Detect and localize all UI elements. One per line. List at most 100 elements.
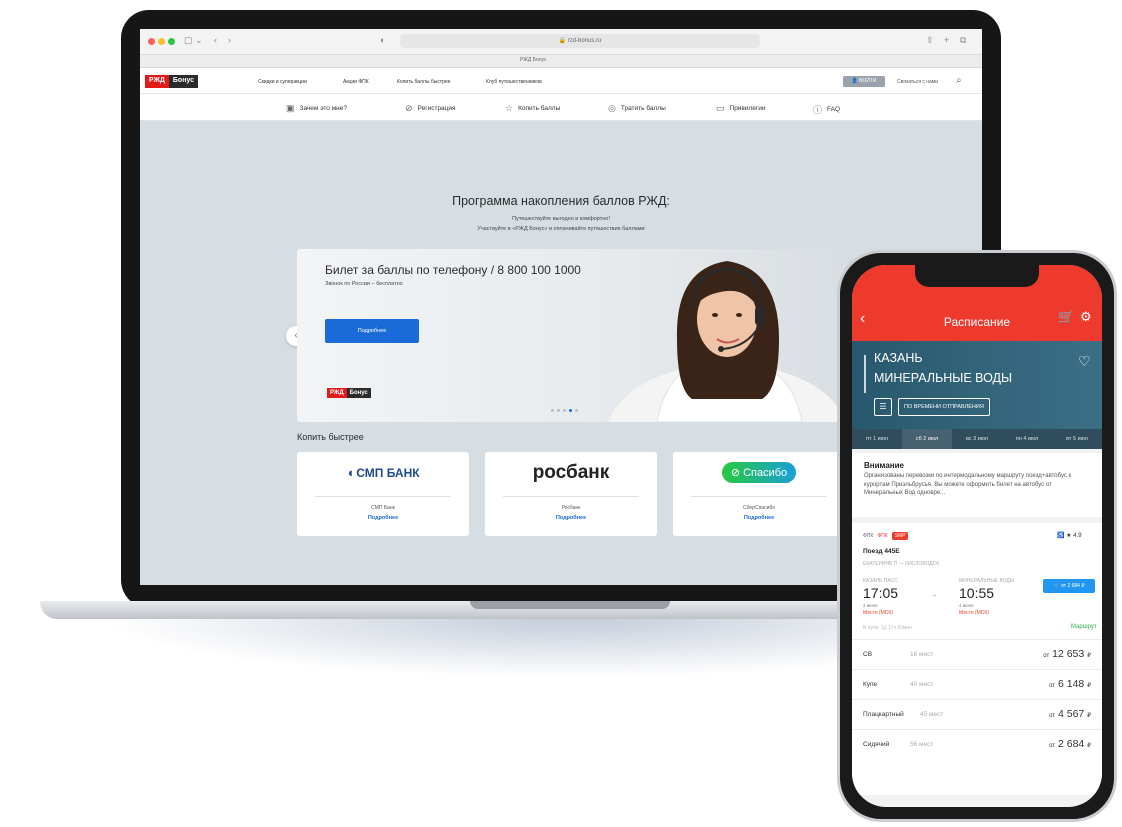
cart-icon[interactable]: 🛒 bbox=[1058, 309, 1074, 325]
partner-more-link[interactable]: Подробнее bbox=[673, 515, 845, 521]
sidebar-icon[interactable]: ▢ ⌄ bbox=[184, 35, 203, 46]
top-link-fpk[interactable]: Акции ФПК bbox=[343, 79, 369, 85]
minimize-window-button[interactable] bbox=[158, 38, 165, 45]
train-icon: ▣ bbox=[286, 103, 295, 113]
carousel-dot-active[interactable] bbox=[569, 409, 572, 412]
partner-card-rosbank[interactable]: росбанк Росбанк Подробнее bbox=[485, 452, 657, 536]
login-button[interactable]: 👤 ВОЙТИ bbox=[843, 76, 885, 87]
sort-button[interactable]: ПО ВРЕМЕНИ ОТПРАВЛЕНИЯ bbox=[898, 398, 990, 416]
filter-icon[interactable]: ⚙ bbox=[1080, 309, 1092, 325]
partner-card-spasibo[interactable]: ⊘ Спасибо СберСпасибо Подробнее bbox=[673, 452, 845, 536]
route-from: КАЗАНЬ bbox=[874, 351, 923, 365]
heart-icon[interactable]: ♡ bbox=[1078, 353, 1091, 370]
car-type: Сидячий bbox=[863, 741, 890, 748]
site-subnav: ▣ Зачем это мне? ⊘ Регистрация ☆ Копить бал… bbox=[140, 94, 982, 121]
banner-more-button[interactable]: Подробнее bbox=[325, 319, 419, 343]
subnav-earn[interactable]: ☆ Копить баллы bbox=[505, 103, 560, 114]
top-link-earn-faster[interactable]: Копить баллы быстрее bbox=[397, 79, 450, 85]
carousel-dot[interactable] bbox=[557, 409, 560, 412]
banner-title: Билет за баллы по телефону / 8 800 100 1… bbox=[325, 263, 581, 277]
tabs-overview-icon[interactable]: ⧉ bbox=[960, 35, 966, 46]
browser-tab[interactable]: РЖД Бонус bbox=[520, 57, 546, 63]
banner-subtitle: Звонок по России – бесплатно bbox=[325, 281, 403, 287]
car-class-row[interactable]: Сидячий 56 мест от 2 684 ₽ bbox=[852, 729, 1102, 759]
date-tab[interactable]: вс 3 июл bbox=[952, 429, 1002, 449]
subnav-registration[interactable]: ⊘ Регистрация bbox=[405, 103, 456, 114]
car-class-row[interactable]: Купе 40 мест от 6 148 ₽ bbox=[852, 669, 1102, 699]
back-arrow-icon[interactable]: ‹ bbox=[214, 35, 217, 45]
tab-strip: РЖД Бонус bbox=[140, 55, 982, 68]
notice-title: Внимание bbox=[864, 461, 904, 470]
partner-more-link[interactable]: Подробнее bbox=[485, 515, 657, 521]
banner-logo: РЖД Бонус bbox=[327, 388, 371, 398]
car-type: СВ bbox=[863, 651, 873, 658]
brand-tag: ФПК bbox=[877, 533, 888, 539]
new-tab-icon[interactable]: + bbox=[944, 35, 949, 45]
search-icon[interactable]: ⌕ bbox=[956, 75, 962, 86]
contact-link[interactable]: Связаться с нами bbox=[897, 79, 938, 85]
laptop-base-notch bbox=[470, 601, 670, 609]
maximize-window-button[interactable] bbox=[168, 38, 175, 45]
carousel-dot[interactable] bbox=[575, 409, 578, 412]
top-link-club[interactable]: Клуб путешественников bbox=[486, 79, 542, 85]
car-price: от 6 148 ₽ bbox=[1049, 678, 1091, 690]
promo-banner: Билет за баллы по телефону / 8 800 100 1… bbox=[297, 249, 845, 422]
car-seats: 45 мест bbox=[920, 711, 944, 718]
car-seats: 56 мест bbox=[910, 741, 934, 748]
arrival-time: 10:55 bbox=[959, 585, 995, 601]
date-tab[interactable]: пн 4 июл bbox=[1002, 429, 1052, 449]
arrival-date: 4 июля bbox=[959, 603, 974, 608]
route-to: МИНЕРАЛЬНЫЕ ВОДЫ bbox=[874, 371, 1013, 385]
route-link[interactable]: Маршрут bbox=[1071, 624, 1097, 630]
car-class-row[interactable]: СВ 16 мест от 12 653 ₽ bbox=[852, 639, 1102, 669]
partner-card-smp[interactable]: ◖ СМП БАНК СМП Банк Подробнее bbox=[297, 452, 469, 536]
date-tab-active[interactable]: сб 2 июл bbox=[902, 429, 952, 449]
address-bar[interactable]: 🔒 rzd-bonus.ru bbox=[400, 34, 760, 48]
subnav-spend[interactable]: ◎ Тратить баллы bbox=[608, 103, 666, 114]
car-class-row[interactable]: Плацкартный 45 мест от 4 567 ₽ bbox=[852, 699, 1102, 729]
buy-price-button[interactable]: 🛒 от 2 684 ₽ bbox=[1043, 579, 1095, 593]
subnav-why[interactable]: ▣ Зачем это мне? bbox=[286, 103, 347, 114]
top-link-discounts[interactable]: Скидки и суперакции bbox=[258, 79, 307, 85]
partner-name: Росбанк bbox=[561, 505, 581, 511]
date-tab[interactable]: пт 1 июл bbox=[852, 429, 902, 449]
sort-icon[interactable]: ☰ bbox=[874, 398, 892, 416]
check-circle-icon: ⊘ bbox=[730, 467, 744, 479]
badge-tag: SMP bbox=[891, 532, 909, 540]
coin-icon: ◎ bbox=[608, 103, 616, 113]
carousel-indicators bbox=[551, 409, 578, 412]
partner-name: СМП Банк bbox=[371, 505, 395, 511]
shield-icon[interactable]: ◐ bbox=[380, 35, 385, 45]
partner-more-link[interactable]: Подробнее bbox=[297, 515, 469, 521]
card-icon: ▭ bbox=[716, 103, 725, 113]
carousel-dot[interactable] bbox=[551, 409, 554, 412]
phone-notch bbox=[915, 265, 1039, 287]
site-logo[interactable]: РЖД Бонус bbox=[145, 75, 199, 88]
subnav-privileges[interactable]: ▭ Привилегии bbox=[716, 103, 766, 114]
date-selector: пт 1 июл сб 2 июл вс 3 июл пн 4 июл вт 5… bbox=[852, 429, 1102, 449]
train-route: ЕКАТЕРИНБ П — КИСЛОВОДСК bbox=[863, 561, 940, 567]
check-circle-icon: ⊘ bbox=[405, 103, 413, 113]
car-price: от 12 653 ₽ bbox=[1043, 648, 1091, 660]
section-title: Копить быстрее bbox=[297, 432, 364, 442]
logo-rzd: РЖД bbox=[145, 75, 169, 88]
route-header: КАЗАНЬ МИНЕРАЛЬНЫЕ ВОДЫ ♡ ☰ ПО ВРЕМЕНИ О… bbox=[852, 341, 1102, 429]
notice-card[interactable]: Внимание Организованы перевозки по интер… bbox=[852, 453, 1102, 517]
close-window-button[interactable] bbox=[148, 38, 155, 45]
date-tab[interactable]: вт 5 июл bbox=[1052, 429, 1102, 449]
train-card[interactable]: ФПК ФПК SMP ♿ ★ 4.9 Поезд 445Е ЕКАТЕРИНБ… bbox=[852, 523, 1102, 795]
hero-title: Программа накопления баллов РЖД: bbox=[452, 194, 670, 208]
car-seats: 16 мест bbox=[910, 651, 934, 658]
departure-station: КАЗАНЬ ПАСС bbox=[863, 578, 898, 584]
carousel-dot[interactable] bbox=[563, 409, 566, 412]
forward-arrow-icon[interactable]: › bbox=[228, 35, 231, 45]
mockup-stage: ▢ ⌄ ‹ › ◐ 🔒 rzd-bonus.ru ⇪ + ⧉ РЖД Бонус… bbox=[0, 0, 1122, 827]
divider bbox=[691, 496, 827, 497]
car-price: от 4 567 ₽ bbox=[1049, 708, 1091, 720]
share-icon[interactable]: ⇪ bbox=[926, 35, 934, 46]
smp-bank-icon: ◖ bbox=[346, 465, 355, 480]
hero-subtitle-2: Участвуйте в «РЖД Бонус» и оплачивайте п… bbox=[477, 226, 645, 232]
subnav-faq[interactable]: ⓘ FAQ bbox=[813, 103, 840, 116]
wheelchair-icon: ♿ bbox=[1057, 533, 1067, 539]
divider bbox=[315, 496, 451, 497]
